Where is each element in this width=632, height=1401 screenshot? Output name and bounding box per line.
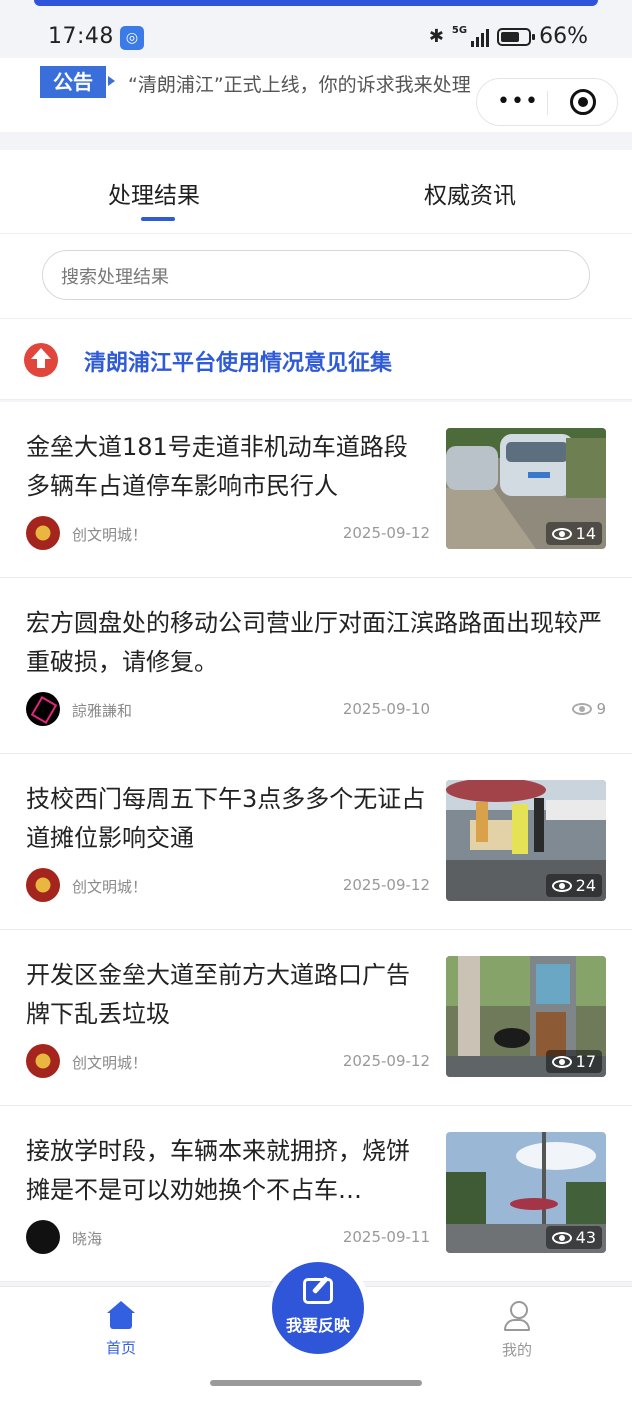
network-type: 5G: [451, 25, 468, 36]
status-time: 17:48: [48, 24, 114, 49]
item-meta: 创文明城！ 2025-09-12: [26, 516, 430, 552]
avatar: [26, 1220, 60, 1254]
eye-icon: [551, 879, 572, 892]
item-date: 2025-09-12: [342, 524, 430, 542]
notice-tag: 公告: [40, 66, 106, 98]
item-date: 2025-09-12: [342, 1052, 430, 1070]
views-badge: 14: [545, 522, 602, 545]
avatar: [26, 692, 60, 726]
tab-home[interactable]: 首页: [96, 1301, 146, 1358]
avatar: [26, 1044, 60, 1078]
active-tab-indicator: [141, 217, 175, 221]
item-meta: 諒雅謙和 2025-09-10 9: [26, 692, 606, 728]
item-title: 开发区金垒大道至前方大道路口广告牌下乱丢垃圾: [26, 961, 410, 1028]
battery-percent: 66%: [539, 24, 588, 49]
tab-me[interactable]: 我的: [492, 1301, 542, 1360]
author-name: 晓海: [72, 1230, 103, 1248]
report-button[interactable]: 我要反映: [272, 1262, 364, 1354]
views-badge: 43: [545, 1226, 602, 1249]
promo-banner[interactable]: 清朗浦江平台使用情况意见征集: [0, 318, 632, 400]
item-thumbnail: 14: [446, 428, 606, 549]
tab-me-label: 我的: [501, 1341, 532, 1359]
feed-item[interactable]: 开发区金垒大道至前方大道路口广告牌下乱丢垃圾 17 创文明城！ 2025-09-…: [0, 930, 632, 1106]
edit-icon: [303, 1278, 333, 1304]
item-thumbnail: 17: [446, 956, 606, 1077]
search-section: 搜索处理结果: [0, 234, 632, 318]
views-count: 9: [596, 700, 606, 718]
views-count: 17: [575, 1052, 596, 1071]
close-target-icon[interactable]: [570, 89, 596, 115]
views-count: 43: [575, 1228, 596, 1247]
search-placeholder: 搜索处理结果: [61, 267, 169, 288]
signal-icon: [471, 27, 490, 47]
views-count: 24: [575, 876, 596, 895]
feed-item[interactable]: 宏方圆盘处的移动公司营业厅对面江滨路路面出现较严重破损，请修复。 諒雅謙和 20…: [0, 578, 632, 754]
item-title: 金垒大道181号走道非机动车道路段多辆车占道停车影响市民行人: [26, 433, 408, 500]
author-name: 諒雅謙和: [72, 702, 133, 720]
author-name: 创文明城！: [72, 878, 148, 896]
feed-item[interactable]: 金垒大道181号走道非机动车道路段多辆车占道停车影响市民行人 14 创文明城！ …: [0, 402, 632, 578]
status-bar: 17:48 ◎ ✱ 5G 66%: [0, 6, 632, 58]
promo-text: 清朗浦江平台使用情况意见征集: [84, 351, 393, 376]
views-count: 14: [575, 524, 596, 543]
result-feed: 金垒大道181号走道非机动车道路段多辆车占道停车影响市民行人 14 创文明城！ …: [0, 402, 632, 1282]
item-thumbnail: 24: [446, 780, 606, 901]
tab-authoritative-news[interactable]: 权威资讯: [424, 176, 516, 210]
item-meta: 创文明城！ 2025-09-12: [26, 868, 430, 904]
author-name: 创文明城！: [72, 1054, 148, 1072]
status-right: ✱ 5G 66%: [429, 24, 588, 49]
feed-item[interactable]: 技校西门每周五下午3点多多个无证占道摊位影响交通 24 创文明城！ 2025-0: [0, 754, 632, 930]
more-dots-icon[interactable]: •••: [497, 89, 539, 114]
item-title: 技校西门每周五下午3点多多个无证占道摊位影响交通: [26, 785, 426, 852]
battery-icon: [497, 27, 536, 46]
home-indicator: [210, 1380, 422, 1386]
avatar: [26, 516, 60, 550]
home-icon: [107, 1301, 135, 1329]
item-thumbnail: 43: [446, 1132, 606, 1253]
user-icon: [502, 1301, 532, 1331]
arrow-up-circle-icon: [24, 343, 58, 377]
views-indicator: 9: [572, 700, 606, 718]
item-meta: 晓海 2025-09-11: [26, 1220, 430, 1256]
avatar: [26, 868, 60, 902]
eye-icon: [551, 527, 572, 540]
item-title: 宏方圆盘处的移动公司营业厅对面江滨路路面出现较严重破损，请修复。: [26, 609, 602, 676]
tab-home-label: 首页: [105, 1339, 136, 1357]
views-badge: 17: [545, 1050, 602, 1073]
miniprogram-capsule: •••: [476, 78, 618, 126]
eye-icon: [572, 703, 593, 715]
eye-icon: [551, 1231, 572, 1244]
tab-processing-results[interactable]: 处理结果: [108, 176, 200, 210]
notice-text: “清朗浦江”正式上线，你的诉求我来处理: [128, 74, 471, 96]
item-meta: 创文明城！ 2025-09-12: [26, 1044, 430, 1080]
author-name: 创文明城！: [72, 526, 148, 544]
item-title: 接放学时段，车辆本来就拥挤，烧饼摊是不是可以劝她换个不占车…: [26, 1137, 410, 1204]
report-button-label: 我要反映: [285, 1316, 350, 1335]
app-notification-icon: ◎: [120, 26, 144, 50]
views-badge: 24: [545, 874, 602, 897]
item-date: 2025-09-11: [342, 1228, 430, 1246]
bluetooth-icon: ✱: [428, 26, 444, 47]
tab-bar-top: 处理结果 权威资讯: [0, 150, 632, 234]
item-date: 2025-09-12: [342, 876, 430, 894]
eye-icon: [551, 1055, 572, 1068]
search-input[interactable]: 搜索处理结果: [42, 250, 590, 300]
capsule-divider: [547, 91, 548, 115]
notice-arrow-icon: [108, 76, 115, 86]
item-date: 2025-09-10: [342, 700, 430, 718]
